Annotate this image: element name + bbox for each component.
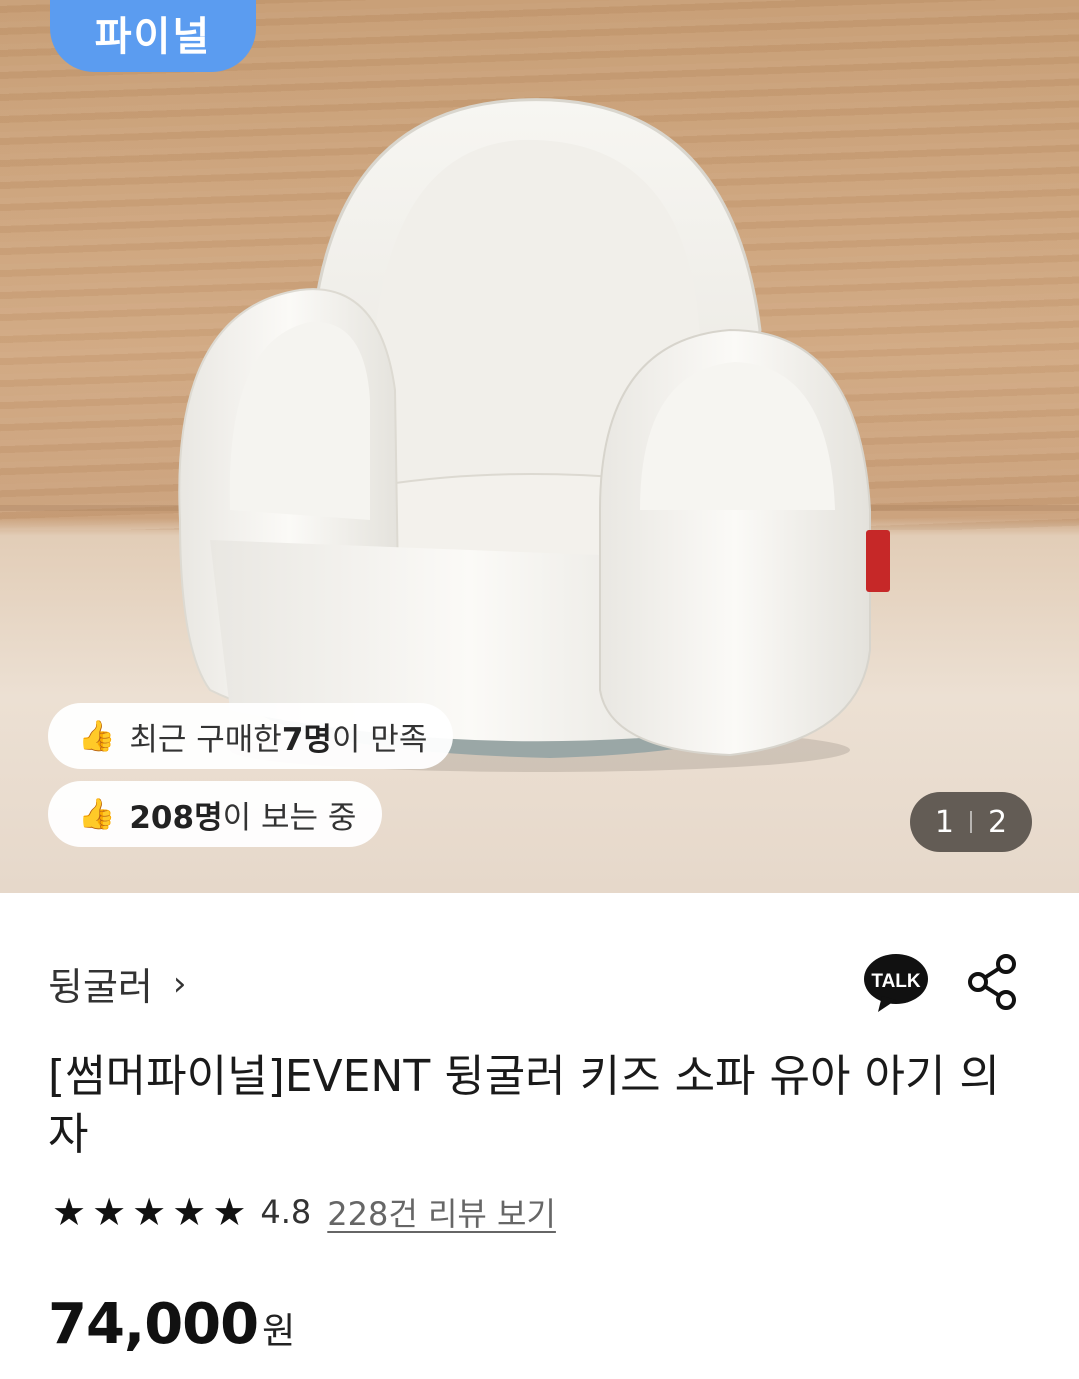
- brand-row: 뒹굴러 › TALK: [48, 952, 1038, 1022]
- recent-buyers-count: 7명: [281, 721, 332, 758]
- star-icon: ★: [132, 1190, 167, 1234]
- image-counter: 1 2: [910, 792, 1032, 852]
- viewers-badge: 👍 208명 이 보는 중: [48, 781, 383, 847]
- product-image-carousel[interactable]: 파이널 👍 최근 구매한 7명 이 만족 👍 208명 이 보는 중 1 2: [0, 0, 1079, 893]
- image-counter-divider: [970, 811, 972, 833]
- talk-label: TALK: [871, 971, 921, 992]
- thumbs-up-icon: 👍: [78, 796, 116, 832]
- star-icon: ★: [52, 1190, 87, 1234]
- image-counter-total: 2: [988, 804, 1008, 840]
- image-counter-current: 1: [934, 804, 954, 840]
- price-row: 74,000 원: [48, 1292, 295, 1357]
- rating-value: 4.8: [260, 1193, 312, 1231]
- star-icon: ★: [92, 1190, 127, 1234]
- promo-tag: 파이널: [50, 0, 256, 72]
- kakao-talk-button[interactable]: TALK: [862, 952, 932, 1014]
- price-currency: 원: [262, 1311, 296, 1352]
- viewers-count: 208명: [129, 799, 223, 836]
- rating-row: ★ ★ ★ ★ ★ 4.8 228건 리뷰 보기: [52, 1190, 556, 1234]
- share-button[interactable]: [966, 952, 1018, 1012]
- brand-name: 뒹굴러: [48, 965, 153, 1009]
- recent-buyers-prefix: 최근 구매한: [129, 721, 282, 758]
- star-icon: ★: [172, 1190, 207, 1234]
- brand-link[interactable]: 뒹굴러 ›: [48, 956, 187, 1011]
- share-icon: [968, 954, 1016, 1010]
- viewers-suffix: 이 보는 중: [222, 799, 357, 836]
- review-link[interactable]: 228건 리뷰 보기: [327, 1189, 556, 1235]
- chevron-right-icon: ›: [172, 963, 187, 1004]
- price-amount: 74,000: [48, 1292, 259, 1357]
- recent-buyers-suffix: 이 만족: [331, 721, 428, 758]
- star-rating: ★ ★ ★ ★ ★: [52, 1193, 252, 1231]
- recent-buyers-badge: 👍 최근 구매한 7명 이 만족: [48, 703, 454, 769]
- star-icon: ★: [212, 1190, 247, 1234]
- product-photo: [178, 98, 890, 772]
- thumbs-up-icon: 👍: [78, 718, 116, 754]
- talk-bubble-icon: TALK: [864, 954, 928, 1012]
- product-title: [썸머파이널]EVENT 뒹굴러 키즈 소파 유아 아기 의자: [48, 1051, 1000, 1160]
